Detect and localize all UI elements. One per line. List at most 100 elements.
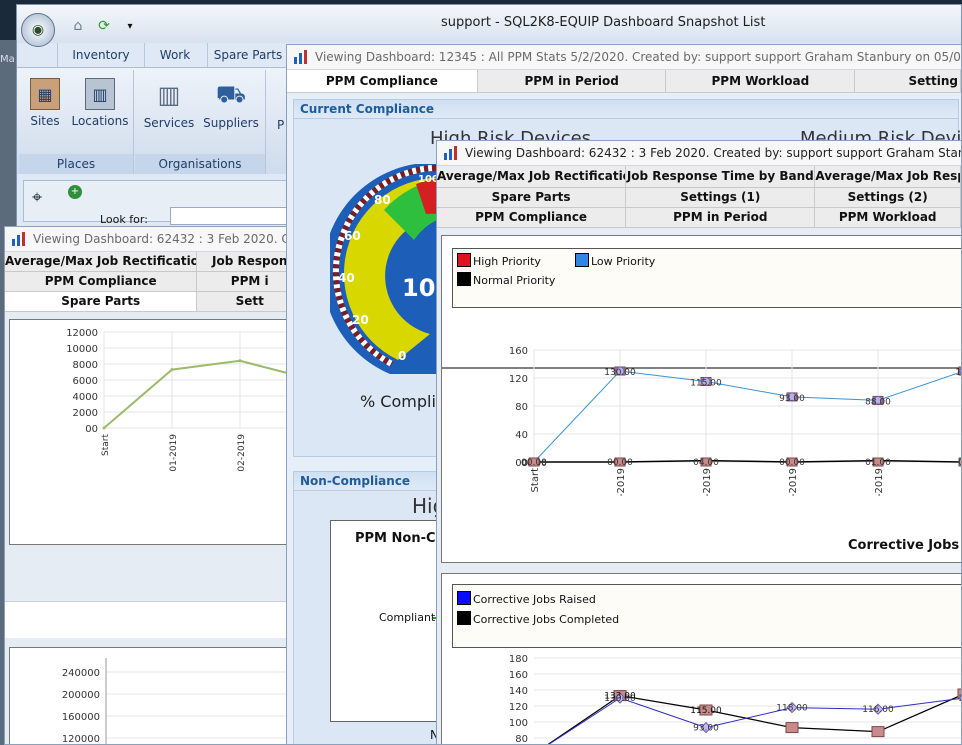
map-icon: ▦ bbox=[30, 78, 60, 110]
data-label: 115.00 bbox=[690, 379, 722, 389]
legend-label: Corrective Jobs Completed bbox=[473, 613, 620, 626]
data-point bbox=[871, 726, 885, 738]
tab-row: PPM Compliance PPM in Period PPM Workloa… bbox=[287, 70, 961, 93]
tab-ppm-in-period[interactable]: PPM in Period bbox=[477, 70, 667, 92]
panel-divider bbox=[5, 601, 303, 638]
window-titlebar: Viewing Dashboard: 62432 : 3 Feb 2020. C… bbox=[437, 141, 961, 166]
x-tick-label: 01-2019 bbox=[169, 434, 179, 472]
section-header: Current Compliance bbox=[294, 100, 958, 119]
tab-avg-max-job-response[interactable]: Average/Max Job Respon bbox=[815, 166, 961, 187]
window-title: Viewing Dashboard: 62432 : 3 Feb 2020. C… bbox=[33, 232, 304, 246]
spare-parts-chart-panel: 12000 10000 8000 6000 4000 2000 00 Start 01-2019… bbox=[9, 319, 303, 545]
y-tick-label: 120 bbox=[509, 702, 528, 713]
y-tick-label: 240000 bbox=[62, 668, 100, 679]
services-label: Services bbox=[143, 116, 195, 130]
y-tick-label: 120000 bbox=[62, 734, 100, 745]
building-icon: ▥ bbox=[85, 78, 115, 110]
legend-label: Low Priority bbox=[591, 255, 656, 268]
home-icon[interactable]: ⌂ bbox=[69, 17, 87, 35]
tab-row-3: PPM Compliance PPM in Period PPM Workloa… bbox=[437, 208, 961, 228]
legend-low-priority: Low Priority bbox=[575, 253, 655, 268]
x-tick-label: 01-2019 bbox=[616, 468, 627, 496]
legend-swatch bbox=[457, 272, 471, 286]
tab-row-2: PPM Compliance PPM i bbox=[5, 272, 303, 292]
x-tick-label: Start bbox=[530, 468, 541, 493]
look-for-label: Look for: bbox=[100, 213, 148, 226]
locations-label: Locations bbox=[71, 114, 129, 128]
group-label-organisations: Organisations bbox=[135, 154, 265, 174]
data-label: 93.00 bbox=[693, 724, 719, 734]
tab-job-response-time-by-band[interactable]: Job Response Time by Band bbox=[626, 166, 816, 187]
group-organisations: ▥ Services ⛟ Suppliers Organisations bbox=[135, 70, 266, 174]
x-tick-label: 02-2019 bbox=[237, 434, 247, 472]
tab-ppm-in-period[interactable]: PPM in Period bbox=[626, 208, 816, 227]
tab-settings-1[interactable]: Settings (1) bbox=[626, 188, 816, 207]
corrective-jobs-line-chart: 18016014012010080130.00133.0093.00115.00… bbox=[509, 654, 962, 745]
data-label: 00.00 bbox=[607, 458, 633, 468]
window-titlebar: Viewing Dashboard: 62432 : 3 Feb 2020. C… bbox=[5, 227, 303, 252]
legend-label: Normal Priority bbox=[473, 274, 556, 287]
data-label: 13 bbox=[958, 694, 962, 704]
y-tick-label: 140 bbox=[509, 686, 528, 697]
data-label: 133.00 bbox=[604, 692, 636, 702]
data-point bbox=[785, 722, 799, 734]
sites-label: Sites bbox=[30, 114, 60, 128]
tab-work[interactable]: Work bbox=[145, 43, 205, 69]
legend-jobs-completed: Corrective Jobs Completed bbox=[457, 611, 619, 626]
chart-footer-title: Corrective Jobs C bbox=[848, 538, 962, 553]
data-label: 01.00 bbox=[865, 458, 891, 468]
priority-chart-panel: High Priority Low Priority Normal Priori… bbox=[441, 235, 962, 563]
search-panel: ⌖ + Look for: bbox=[23, 180, 295, 226]
tab-spare-parts[interactable]: Spare Parts bbox=[437, 188, 627, 207]
data-point bbox=[170, 368, 174, 372]
partial-ribbon-button[interactable]: P bbox=[277, 118, 284, 132]
window-title: Viewing Dashboard: 12345 : All PPM Stats… bbox=[315, 50, 962, 64]
tab-ppm-compliance[interactable]: PPM Compliance bbox=[5, 272, 198, 291]
locations-button[interactable]: ▥ Locations bbox=[69, 78, 131, 128]
tab-settings[interactable]: Setting bbox=[855, 70, 961, 92]
tab-spare-parts[interactable]: Spare Parts bbox=[5, 292, 198, 311]
refresh-icon[interactable]: ⟳ bbox=[95, 17, 113, 35]
tab-avg-max-job-rectification[interactable]: Average/Max Job Rectification Ti... bbox=[5, 252, 198, 271]
look-for-input[interactable] bbox=[170, 207, 294, 225]
binoculars-icon[interactable]: ⌖ bbox=[32, 187, 42, 208]
tab-inventory[interactable]: Inventory bbox=[57, 43, 145, 69]
corrective-legend: Corrective Jobs Raised Corrective Jobs C… bbox=[452, 584, 961, 648]
tab-row-2: Spare Parts Settings (1) Settings (2) bbox=[437, 188, 961, 208]
priority-line-chart: 160 120 80 40 00 Start 01-2019 02-2019 03-2019 04… bbox=[442, 346, 961, 496]
y-tick-label: 100 bbox=[509, 718, 528, 729]
services-button[interactable]: ▥ Services bbox=[141, 78, 197, 130]
ribbon-body: ▦ Sites ▥ Locations Places ▥ Services ⛟ … bbox=[17, 67, 287, 174]
corrective-jobs-panel: Corrective Jobs Raised Corrective Jobs C… bbox=[441, 573, 962, 745]
x-tick-label: 03-2019 bbox=[788, 468, 799, 496]
tab-ppm-workload[interactable]: PPM Workload bbox=[666, 70, 856, 92]
sites-button[interactable]: ▦ Sites bbox=[25, 78, 65, 128]
legend-normal-priority: Normal Priority bbox=[457, 272, 555, 287]
tab-avg-max-job-rectification[interactable]: Average/Max Job Rectification Ti... bbox=[437, 166, 627, 187]
tab-spare-parts[interactable]: Spare Parts bbox=[207, 43, 288, 69]
y-tick-label: 80 bbox=[515, 402, 528, 413]
customize-toolbar-icon[interactable]: ▾ bbox=[121, 17, 139, 35]
tab-ppm-compliance[interactable]: PPM Compliance bbox=[287, 70, 478, 92]
tab-ppm-compliance[interactable]: PPM Compliance bbox=[437, 208, 627, 227]
data-label: 115.00 bbox=[690, 706, 722, 716]
y-tick-label: 80 bbox=[515, 734, 528, 745]
legend-jobs-raised: Corrective Jobs Raised bbox=[457, 591, 596, 606]
truck-icon: ⛟ bbox=[215, 79, 247, 108]
dashboard-window-62432-right: Viewing Dashboard: 62432 : 3 Feb 2020. C… bbox=[436, 140, 962, 745]
y-tick-label: 180 bbox=[509, 654, 528, 665]
suppliers-label: Suppliers bbox=[203, 116, 259, 130]
app-menu-button[interactable]: ◉ bbox=[21, 13, 55, 47]
y-tick-label: 8000 bbox=[73, 360, 98, 371]
data-label: 116.00 bbox=[862, 705, 894, 715]
dashboard-chart-icon bbox=[444, 146, 457, 160]
series-line bbox=[103, 359, 303, 429]
tab-ppm-workload[interactable]: PPM Workload bbox=[815, 208, 961, 227]
group-partial: P bbox=[267, 70, 287, 174]
legend-swatch bbox=[457, 591, 471, 605]
gauge-tick-0: 0 bbox=[398, 349, 406, 363]
tab-row-1: Average/Max Job Rectification Ti... Job … bbox=[437, 166, 961, 188]
tab-settings-2[interactable]: Settings (2) bbox=[815, 188, 961, 207]
add-search-icon[interactable]: + bbox=[68, 185, 82, 199]
suppliers-button[interactable]: ⛟ Suppliers bbox=[201, 78, 261, 131]
